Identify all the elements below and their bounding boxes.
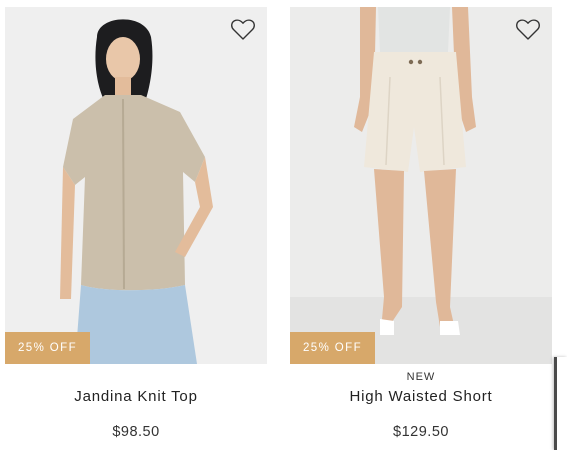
discount-badge: 25% OFF: [5, 332, 90, 364]
wishlist-heart-icon[interactable]: [514, 17, 542, 43]
product-card-jandina-knit-top[interactable]: 25% OFF Jandina Knit Top $98.50: [5, 0, 267, 440]
side-panel-edge: [554, 357, 567, 450]
product-image-high-waisted-short[interactable]: 25% OFF: [290, 7, 552, 364]
product-image-jandina-knit-top[interactable]: 25% OFF: [5, 7, 267, 364]
discount-badge: 25% OFF: [290, 332, 375, 364]
product-price: $98.50: [112, 424, 160, 440]
product-price: $129.50: [393, 424, 449, 440]
product-photo-shorts: [290, 7, 552, 364]
product-name[interactable]: Jandina Knit Top: [5, 388, 267, 405]
product-name[interactable]: High Waisted Short: [290, 388, 552, 405]
product-photo-top: [60, 19, 213, 364]
wishlist-heart-icon[interactable]: [229, 17, 257, 43]
product-grid: 25% OFF Jandina Knit Top $98.50 25% OFF …: [0, 0, 567, 450]
product-card-high-waisted-short[interactable]: 25% OFF NEW High Waisted Short $129.50: [290, 0, 552, 440]
new-tag: NEW: [406, 371, 436, 383]
